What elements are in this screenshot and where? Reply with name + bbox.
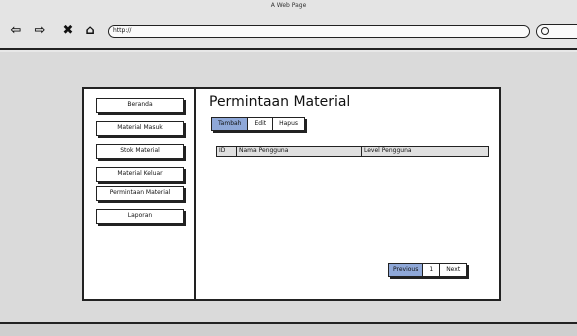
tab-edit[interactable]: Edit bbox=[248, 118, 274, 130]
data-table: ID Nama Pengguna Level Pengguna bbox=[216, 146, 489, 157]
window-title: A Web Page bbox=[270, 2, 307, 9]
status-bar bbox=[0, 322, 577, 336]
close-icon[interactable]: ✖ bbox=[60, 22, 76, 38]
sidebar-item-permintaan-material[interactable]: Permintaan Material bbox=[96, 186, 184, 201]
browser-toolbar: A Web Page ⇦ ⇨ ✖ ⌂ http:// bbox=[0, 0, 577, 50]
app-frame: Beranda Material Masuk Stok Material Mat… bbox=[82, 87, 501, 301]
column-header-level-pengguna[interactable]: Level Pengguna bbox=[362, 147, 488, 156]
sidebar-item-laporan[interactable]: Laporan bbox=[96, 209, 184, 224]
sidebar-item-material-masuk[interactable]: Material Masuk bbox=[96, 121, 184, 136]
tab-hapus[interactable]: Hapus bbox=[273, 118, 304, 130]
sidebar-item-stok-material[interactable]: Stok Material bbox=[96, 144, 184, 159]
page-title: Permintaan Material bbox=[209, 94, 351, 110]
search-box[interactable] bbox=[536, 24, 577, 39]
next-page-button[interactable]: Next bbox=[440, 264, 466, 276]
previous-page-button[interactable]: Previous bbox=[389, 264, 424, 276]
tab-tambah[interactable]: Tambah bbox=[212, 118, 249, 130]
sidebar-item-beranda[interactable]: Beranda bbox=[96, 98, 184, 113]
column-header-id[interactable]: ID bbox=[217, 147, 237, 156]
sidebar: Beranda Material Masuk Stok Material Mat… bbox=[84, 89, 196, 299]
column-header-nama-pengguna[interactable]: Nama Pengguna bbox=[237, 147, 362, 156]
sidebar-item-material-keluar[interactable]: Material Keluar bbox=[96, 167, 184, 182]
back-arrow-icon[interactable]: ⇦ bbox=[8, 22, 24, 38]
pagination: Previous 1 Next bbox=[388, 263, 468, 277]
home-icon[interactable]: ⌂ bbox=[82, 22, 98, 38]
action-tabs: Tambah Edit Hapus bbox=[211, 117, 306, 131]
forward-arrow-icon[interactable]: ⇨ bbox=[32, 22, 48, 38]
url-bar[interactable]: http:// bbox=[108, 25, 530, 38]
page-number-button[interactable]: 1 bbox=[423, 264, 441, 276]
search-icon bbox=[541, 27, 549, 35]
